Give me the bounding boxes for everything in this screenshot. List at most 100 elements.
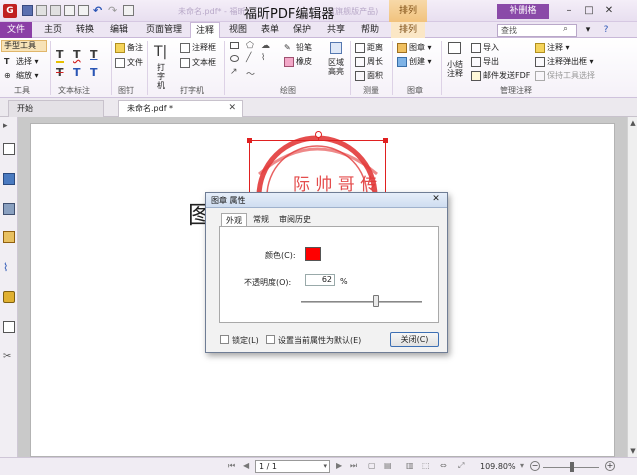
scroll-down-icon[interactable]: ▼: [629, 447, 637, 455]
area-highlight-button[interactable]: 区域高亮: [326, 58, 346, 76]
resize-handle[interactable]: [383, 138, 388, 143]
context-tab-arrange[interactable]: 排列: [389, 0, 427, 22]
next-page-icon[interactable]: ▶: [336, 461, 342, 470]
oval-icon[interactable]: [230, 55, 239, 62]
tab-convert[interactable]: 转换: [70, 22, 100, 38]
single-page-view-icon[interactable]: ▢: [368, 461, 376, 470]
page-number-input[interactable]: 1 / 1 ▾: [255, 460, 330, 473]
typewriter-button[interactable]: 打字机: [157, 63, 167, 90]
tab-appearance[interactable]: 外观: [221, 213, 247, 226]
cloud-icon[interactable]: ☁: [261, 41, 270, 51]
squiggly-text-icon[interactable]: T: [73, 48, 81, 61]
zoom-in-icon[interactable]: +: [605, 461, 615, 471]
undo-icon[interactable]: ↶: [93, 5, 104, 16]
maximize-icon[interactable]: □: [580, 4, 598, 18]
bookmark-icon[interactable]: [3, 143, 15, 155]
arrow-icon[interactable]: ↗: [230, 67, 238, 77]
freeform-icon[interactable]: 〜: [246, 67, 255, 80]
textbox-button[interactable]: 文本框: [180, 57, 216, 68]
keep-tool-checkbox[interactable]: 保持工具选择: [535, 70, 595, 81]
pencil-button[interactable]: ✎ 铅笔: [284, 42, 312, 53]
attach-file-button[interactable]: 文件: [115, 57, 143, 68]
summary-comments-button[interactable]: 小结注释: [446, 60, 464, 78]
distance-button[interactable]: 距离: [355, 42, 383, 53]
select-qa-icon[interactable]: [78, 5, 89, 16]
close-window-icon[interactable]: ✕: [600, 4, 618, 18]
replace-text-icon[interactable]: T: [73, 66, 81, 79]
select-tool-button[interactable]: T 选择 ▾: [4, 56, 39, 67]
tab-home[interactable]: 主页: [38, 22, 68, 38]
import-button[interactable]: 导入: [471, 42, 499, 53]
polygon-icon[interactable]: ⬠: [246, 41, 254, 51]
tab-file[interactable]: 文件: [0, 22, 32, 38]
line-icon[interactable]: ╱: [246, 53, 251, 63]
prev-page-icon[interactable]: ◀: [243, 461, 249, 470]
opacity-slider-track[interactable]: [301, 301, 422, 303]
summary-icon[interactable]: [448, 42, 461, 54]
expand-sidebar-icon[interactable]: ▸: [3, 121, 15, 133]
zoom-level[interactable]: 109.80%: [480, 462, 516, 471]
tab-start[interactable]: 开始: [8, 100, 104, 117]
tab-review-history[interactable]: 审阅历史: [275, 213, 315, 226]
tab-form[interactable]: 表单: [256, 22, 284, 38]
tab-share[interactable]: 共享: [322, 22, 350, 38]
create-stamp-button[interactable]: 创建 ▾: [397, 56, 432, 67]
tab-view[interactable]: 视图: [224, 22, 252, 38]
zoom-dropdown-icon[interactable]: ▾: [520, 461, 524, 470]
attachment-icon[interactable]: ⌇: [3, 261, 15, 274]
callout-button[interactable]: 注释框: [180, 42, 216, 53]
underline-text-icon[interactable]: T: [90, 48, 98, 61]
tab-protect[interactable]: 保护: [288, 22, 316, 38]
security-lock-icon[interactable]: [3, 291, 15, 303]
tools-icon[interactable]: ✂: [3, 351, 15, 363]
zoom-out-icon[interactable]: −: [530, 461, 540, 471]
perimeter-button[interactable]: 周长: [355, 56, 383, 67]
fit-width-icon[interactable]: ⇔: [440, 461, 447, 470]
open-icon[interactable]: [36, 5, 47, 16]
options-icon[interactable]: ▾: [582, 22, 594, 38]
pages-icon[interactable]: [3, 173, 15, 185]
lock-checkbox[interactable]: [220, 335, 229, 344]
tab-arrange[interactable]: 排列: [391, 22, 425, 38]
print-icon[interactable]: [50, 5, 61, 16]
opacity-input[interactable]: 62: [305, 274, 335, 286]
hand-tool-button[interactable]: 手型工具: [1, 40, 47, 52]
email-fdf-button[interactable]: 邮件发送FDF: [471, 70, 530, 81]
tab-edit[interactable]: 编辑: [104, 22, 134, 38]
tab-general[interactable]: 常规: [249, 213, 273, 226]
content-icon[interactable]: [3, 321, 15, 333]
comment-menu-button[interactable]: 注释 ▾: [535, 42, 570, 53]
note-button[interactable]: 备注: [115, 42, 143, 53]
scroll-up-icon[interactable]: ▲: [629, 119, 637, 127]
tab-document[interactable]: 未命名.pdf * ✕: [118, 100, 243, 117]
opacity-slider-thumb[interactable]: [373, 295, 380, 307]
layers-icon[interactable]: [3, 203, 15, 215]
rectangle-icon[interactable]: [230, 42, 239, 49]
minimize-icon[interactable]: –: [560, 4, 578, 18]
strikeout-text-icon[interactable]: T: [56, 66, 64, 79]
typewriter-icon[interactable]: T|: [154, 44, 167, 60]
search-icon[interactable]: ⌕: [563, 24, 568, 34]
redo-icon[interactable]: ↷: [108, 5, 119, 16]
vertical-scrollbar[interactable]: ▲ ▼: [627, 117, 637, 457]
zoom-slider-thumb[interactable]: [570, 462, 574, 472]
page-dropdown-icon[interactable]: ▾: [323, 461, 327, 472]
facing-view-icon[interactable]: ▥: [406, 461, 414, 470]
tab-comment[interactable]: 注释: [190, 22, 220, 39]
highlight-text-icon[interactable]: T: [56, 48, 64, 63]
close-button[interactable]: 关闭(C): [390, 332, 439, 347]
insert-text-icon[interactable]: T: [90, 66, 98, 79]
eraser-button[interactable]: 橡皮: [284, 56, 312, 67]
save-icon[interactable]: [22, 5, 33, 16]
zoom-tool-button[interactable]: ⊕ 缩放 ▾: [4, 70, 39, 81]
fit-visible-icon[interactable]: ⤢: [458, 461, 464, 471]
tab-page-management[interactable]: 页面管理: [140, 22, 188, 38]
continuous-view-icon[interactable]: ▤: [384, 461, 392, 470]
customize-qa-icon[interactable]: [123, 5, 134, 16]
comments-icon[interactable]: [3, 231, 15, 243]
hand-qa-icon[interactable]: [64, 5, 75, 16]
popup-menu-button[interactable]: 注释弹出框 ▾: [535, 56, 594, 67]
set-default-checkbox[interactable]: [266, 335, 275, 344]
register-button[interactable]: 补删格: [497, 4, 549, 19]
dialog-title-bar[interactable]: 图章 属性 ✕: [206, 193, 447, 208]
